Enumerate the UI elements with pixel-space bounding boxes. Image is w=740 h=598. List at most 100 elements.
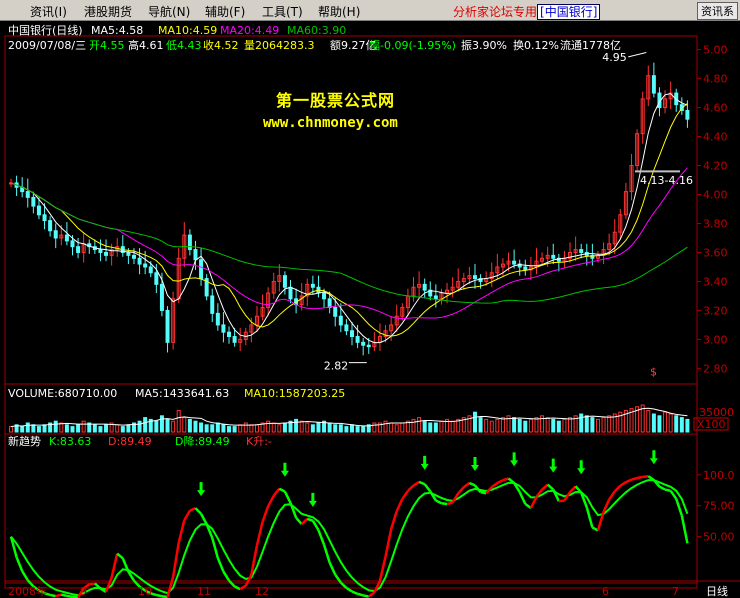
candle-body bbox=[126, 251, 131, 256]
k-line-segment bbox=[491, 481, 499, 489]
volume-bar bbox=[137, 420, 142, 433]
candle-body bbox=[137, 257, 142, 265]
volume-bar bbox=[176, 409, 181, 433]
price-tick-label: 2.80 bbox=[703, 362, 728, 375]
candle-body bbox=[361, 341, 366, 346]
k-line-segment bbox=[468, 481, 476, 487]
volume-bar bbox=[154, 420, 159, 433]
volume-bar bbox=[227, 426, 232, 433]
k-line-segment bbox=[222, 570, 231, 582]
candle-body bbox=[344, 324, 349, 332]
k-line-segment bbox=[389, 510, 398, 530]
candle-body bbox=[48, 220, 53, 232]
menu-navigate[interactable]: 导航(N) bbox=[148, 3, 190, 20]
forum-text: 分析家论坛专用 bbox=[453, 5, 538, 19]
k-line-segment bbox=[680, 515, 689, 544]
k-line-segment bbox=[357, 592, 364, 597]
volume-bar bbox=[277, 424, 282, 433]
candle-body bbox=[282, 275, 287, 288]
forum-banner: 分析家论坛专用 [中国银行] bbox=[453, 3, 601, 20]
ma60-line bbox=[10, 182, 688, 304]
candle-body bbox=[154, 272, 159, 285]
volume-bar bbox=[120, 426, 125, 433]
volume-bar bbox=[215, 422, 220, 433]
candle-body bbox=[355, 336, 360, 343]
volume-bar bbox=[534, 417, 539, 433]
volume-bar bbox=[238, 424, 243, 433]
menu-hk-futures[interactable]: 港股期货 bbox=[84, 3, 132, 20]
candle-body bbox=[433, 295, 438, 300]
k-line-segment bbox=[502, 477, 509, 482]
quote-item-9: 换0.12% bbox=[513, 38, 559, 52]
price-tick-label: 4.00 bbox=[703, 189, 728, 202]
k-line-segment bbox=[546, 483, 555, 491]
menu-info[interactable]: 资讯(I) bbox=[30, 3, 67, 20]
trend-title: 新趋势 bbox=[8, 434, 41, 448]
menu-help[interactable]: 帮助(H) bbox=[318, 3, 360, 20]
k-line-segment bbox=[669, 490, 678, 500]
candle-body bbox=[366, 344, 371, 348]
k-line-segment bbox=[418, 480, 426, 486]
k-line-segment bbox=[446, 501, 453, 506]
candle-body bbox=[104, 251, 109, 256]
x-axis-label-3: 11 bbox=[197, 585, 211, 598]
k-line-segment bbox=[234, 585, 241, 591]
k-line-segment bbox=[412, 480, 420, 487]
volume-bar bbox=[590, 417, 595, 433]
k-line-segment bbox=[322, 544, 331, 564]
menu-bar: 资讯(I) 港股期货 导航(N) 辅助(F) 工具(T) 帮助(H) 分析家论坛… bbox=[0, 0, 740, 21]
volume-bar bbox=[232, 426, 237, 433]
volume-bar bbox=[400, 422, 405, 433]
price-tick-label: 4.80 bbox=[703, 73, 728, 86]
volume-bar bbox=[394, 424, 399, 433]
volume-bar bbox=[42, 424, 47, 433]
candle-body bbox=[165, 309, 170, 343]
menu-tools[interactable]: 工具(T) bbox=[262, 3, 303, 20]
ma-label-2: MA20:4.49 bbox=[220, 24, 279, 37]
candle-body bbox=[232, 336, 237, 343]
volume-bar bbox=[9, 426, 13, 433]
volume-bar bbox=[199, 422, 204, 433]
price-tick-label: 3.40 bbox=[703, 275, 728, 288]
x-axis-label-5: 6 bbox=[602, 585, 609, 598]
candle-body bbox=[31, 196, 36, 207]
trend-label-3: K升:- bbox=[246, 435, 272, 448]
k-line-segment bbox=[306, 517, 314, 522]
price-tick-label: 4.20 bbox=[703, 160, 728, 173]
menu-assist[interactable]: 辅助(F) bbox=[205, 3, 245, 20]
trend-label-2: D降:89.49 bbox=[175, 434, 230, 448]
volume-bar bbox=[344, 426, 349, 433]
candle-body bbox=[42, 214, 47, 222]
volume-bar bbox=[187, 418, 192, 433]
candle-body bbox=[159, 283, 164, 311]
trend-label-1: D:89.49 bbox=[108, 435, 152, 448]
volume-bar bbox=[104, 424, 109, 433]
volume-bar bbox=[562, 418, 567, 433]
price-tick-label: 4.40 bbox=[703, 131, 728, 144]
info-button[interactable]: 资讯系 bbox=[697, 2, 738, 20]
k-line-segment bbox=[72, 595, 79, 598]
volume-bar bbox=[305, 422, 310, 433]
k-line-segment bbox=[66, 594, 73, 598]
volume-bar bbox=[210, 424, 215, 433]
low-label: 2.82 bbox=[324, 360, 349, 373]
volume-bar bbox=[668, 413, 673, 433]
volume-bar bbox=[472, 411, 477, 433]
volume-bar bbox=[411, 418, 416, 433]
k-line-segment bbox=[199, 513, 208, 525]
volume-bar bbox=[249, 424, 254, 433]
volume-bar bbox=[450, 420, 455, 433]
candle-body bbox=[210, 295, 215, 314]
candle-body bbox=[221, 324, 226, 333]
quote-item-4: 收4.52 bbox=[203, 38, 239, 52]
volume-bar bbox=[182, 417, 187, 433]
volume-bar bbox=[545, 417, 550, 433]
volume-bar bbox=[143, 417, 148, 433]
price-tick-label: 3.80 bbox=[703, 217, 728, 230]
down-arrow-icon bbox=[420, 455, 429, 470]
k-line-segment bbox=[625, 478, 633, 484]
candle-body bbox=[215, 312, 220, 326]
volume-bar bbox=[607, 415, 612, 433]
k-line-segment bbox=[401, 490, 409, 500]
k-line-segment bbox=[463, 481, 471, 489]
